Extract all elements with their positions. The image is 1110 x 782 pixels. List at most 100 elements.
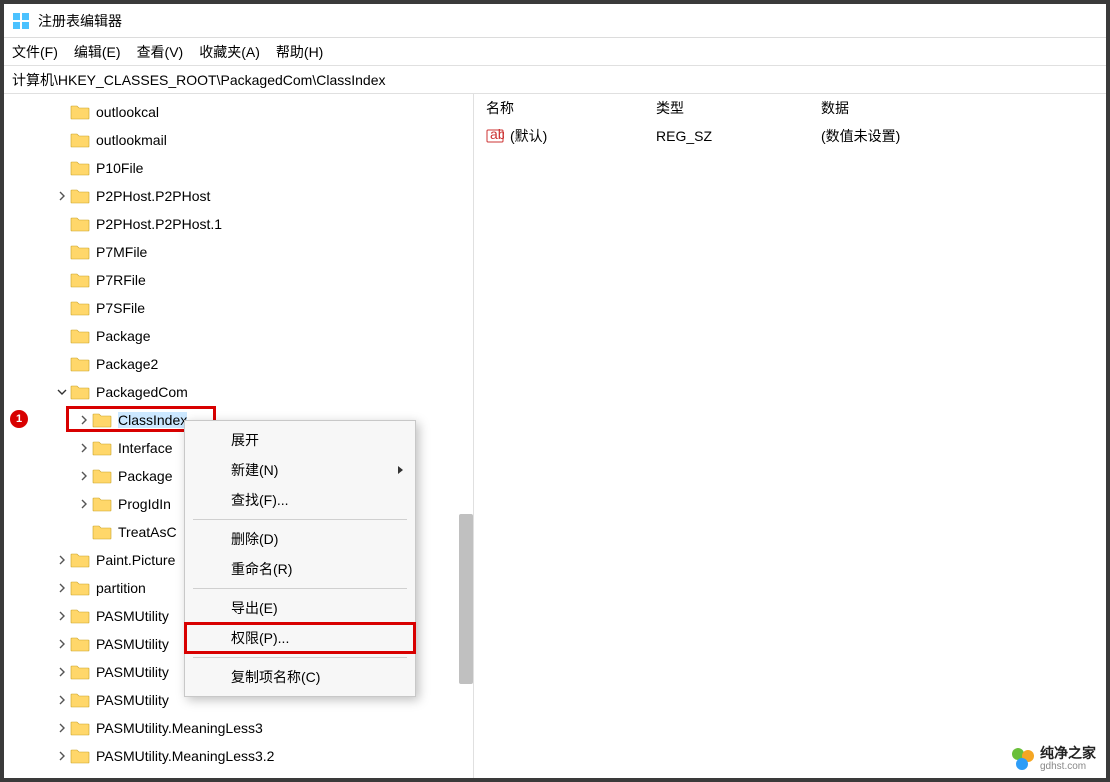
address-bar[interactable]: 计算机\HKEY_CLASSES_ROOT\PackagedCom\ClassI… <box>4 66 1106 94</box>
ctx-export[interactable]: 导出(E) <box>185 593 415 623</box>
tree-item-label: P7MFile <box>96 244 147 260</box>
menu-favorites[interactable]: 收藏夹(A) <box>199 42 260 62</box>
folder-icon <box>70 720 90 736</box>
ctx-separator <box>193 657 407 658</box>
menu-file[interactable]: 文件(F) <box>12 42 58 62</box>
ctx-find[interactable]: 查找(F)... <box>185 485 415 515</box>
menu-view[interactable]: 查看(V) <box>137 42 184 62</box>
tree-item-packagedcom[interactable]: PackagedCom <box>10 378 473 406</box>
tree-item-label: P7SFile <box>96 300 145 316</box>
ctx-new[interactable]: 新建(N) <box>185 455 415 485</box>
window-titlebar: 注册表编辑器 <box>4 4 1106 38</box>
expander-closed-icon[interactable] <box>54 639 70 649</box>
ctx-permissions[interactable]: 权限(P)... <box>185 623 415 653</box>
watermark-title: 纯净之家 <box>1040 746 1096 761</box>
tree-item-label: P2PHost.P2PHost.1 <box>96 216 222 232</box>
expander-closed-icon[interactable] <box>54 751 70 761</box>
watermark: 纯净之家 gdhst.com <box>1010 746 1096 772</box>
expander-closed-icon[interactable] <box>54 723 70 733</box>
folder-icon <box>70 580 90 596</box>
folder-icon <box>92 440 112 456</box>
expander-open-icon[interactable] <box>54 387 70 397</box>
address-path: 计算机\HKEY_CLASSES_ROOT\PackagedCom\ClassI… <box>12 70 385 90</box>
expander-closed-icon[interactable] <box>76 415 92 425</box>
expander-closed-icon[interactable] <box>54 695 70 705</box>
col-name[interactable]: 名称 <box>486 98 656 118</box>
menu-edit[interactable]: 编辑(E) <box>74 42 121 62</box>
menu-help[interactable]: 帮助(H) <box>276 42 323 62</box>
tree-item-pasmutility-meaningless3[interactable]: PASMUtility.MeaningLess3 <box>10 714 473 742</box>
ctx-copy-key-name[interactable]: 复制项名称(C) <box>185 662 415 692</box>
folder-icon <box>70 356 90 372</box>
tree-item-label: P10File <box>96 160 143 176</box>
folder-icon <box>70 272 90 288</box>
tree-item-p7mfile[interactable]: P7MFile <box>10 238 473 266</box>
value-type: REG_SZ <box>656 128 821 144</box>
folder-icon <box>92 524 112 540</box>
folder-icon <box>92 468 112 484</box>
folder-icon <box>70 328 90 344</box>
tree-item-label: PASMUtility <box>96 608 169 624</box>
tree-item-label: Paint.Picture <box>96 552 175 568</box>
folder-icon <box>70 160 90 176</box>
folder-icon <box>70 216 90 232</box>
tree-item-label: PASMUtility <box>96 692 169 708</box>
expander-closed-icon[interactable] <box>54 667 70 677</box>
folder-icon <box>70 300 90 316</box>
folder-icon <box>70 188 90 204</box>
ctx-rename[interactable]: 重命名(R) <box>185 554 415 584</box>
values-list[interactable]: ab (默认) REG_SZ (数值未设置) <box>480 122 1106 150</box>
window-title: 注册表编辑器 <box>38 11 122 31</box>
ctx-separator <box>193 588 407 589</box>
ctx-separator <box>193 519 407 520</box>
menu-bar: 文件(F) 编辑(E) 查看(V) 收藏夹(A) 帮助(H) <box>4 38 1106 66</box>
col-type[interactable]: 类型 <box>656 98 821 118</box>
folder-icon <box>70 104 90 120</box>
tree-item-p7rfile[interactable]: P7RFile <box>10 266 473 294</box>
expander-closed-icon[interactable] <box>54 583 70 593</box>
ctx-delete[interactable]: 删除(D) <box>185 524 415 554</box>
tree-item-p7sfile[interactable]: P7SFile <box>10 294 473 322</box>
folder-icon <box>70 664 90 680</box>
folder-icon <box>70 132 90 148</box>
expander-closed-icon[interactable] <box>76 471 92 481</box>
tree-item-pasmutility-meaningless3-2[interactable]: PASMUtility.MeaningLess3.2 <box>10 742 473 770</box>
list-item[interactable]: ab (默认) REG_SZ (数值未设置) <box>486 122 1106 150</box>
tree-item-label: PASMUtility <box>96 664 169 680</box>
tree-item-label: PASMUtility <box>96 636 169 652</box>
tree-item-label: Package <box>96 328 150 344</box>
expander-closed-icon[interactable] <box>54 611 70 621</box>
value-data: (数值未设置) <box>821 126 1106 146</box>
folder-icon <box>70 692 90 708</box>
tree-item-outlookmail[interactable]: outlookmail <box>10 126 473 154</box>
tree-item-p2phost-p2phost-1[interactable]: P2PHost.P2PHost.1 <box>10 210 473 238</box>
watermark-url: gdhst.com <box>1040 761 1096 772</box>
expander-closed-icon[interactable] <box>54 555 70 565</box>
tree-item-label: ProgIdIn <box>118 496 171 512</box>
regedit-app-icon <box>12 12 30 30</box>
tree-item-label: PASMUtility.MeaningLess3.2 <box>96 748 274 764</box>
folder-icon <box>70 244 90 260</box>
tree-item-label: TreatAsC <box>118 524 177 540</box>
folder-icon <box>70 552 90 568</box>
folder-icon <box>92 496 112 512</box>
tree-item-label: Package2 <box>96 356 158 372</box>
watermark-logo-icon <box>1010 746 1036 772</box>
folder-icon <box>92 412 112 428</box>
tree-item-package2[interactable]: Package2 <box>10 350 473 378</box>
svg-text:ab: ab <box>490 127 504 142</box>
tree-item-p10file[interactable]: P10File <box>10 154 473 182</box>
expander-closed-icon[interactable] <box>76 443 92 453</box>
tree-item-label: partition <box>96 580 146 596</box>
expander-closed-icon[interactable] <box>76 499 92 509</box>
tree-item-outlookcal[interactable]: outlookcal <box>10 98 473 126</box>
tree-item-label: PackagedCom <box>96 384 188 400</box>
tree-scrollbar-thumb[interactable] <box>459 514 473 684</box>
expander-closed-icon[interactable] <box>54 191 70 201</box>
tree-item-package[interactable]: Package <box>10 322 473 350</box>
tree-item-p2phost-p2phost[interactable]: P2PHost.P2PHost <box>10 182 473 210</box>
ctx-expand[interactable]: 展开 <box>185 425 415 455</box>
annotation-badge-1: 1 <box>10 410 28 428</box>
tree-item-label: P2PHost.P2PHost <box>96 188 210 204</box>
col-data[interactable]: 数据 <box>821 98 1106 118</box>
